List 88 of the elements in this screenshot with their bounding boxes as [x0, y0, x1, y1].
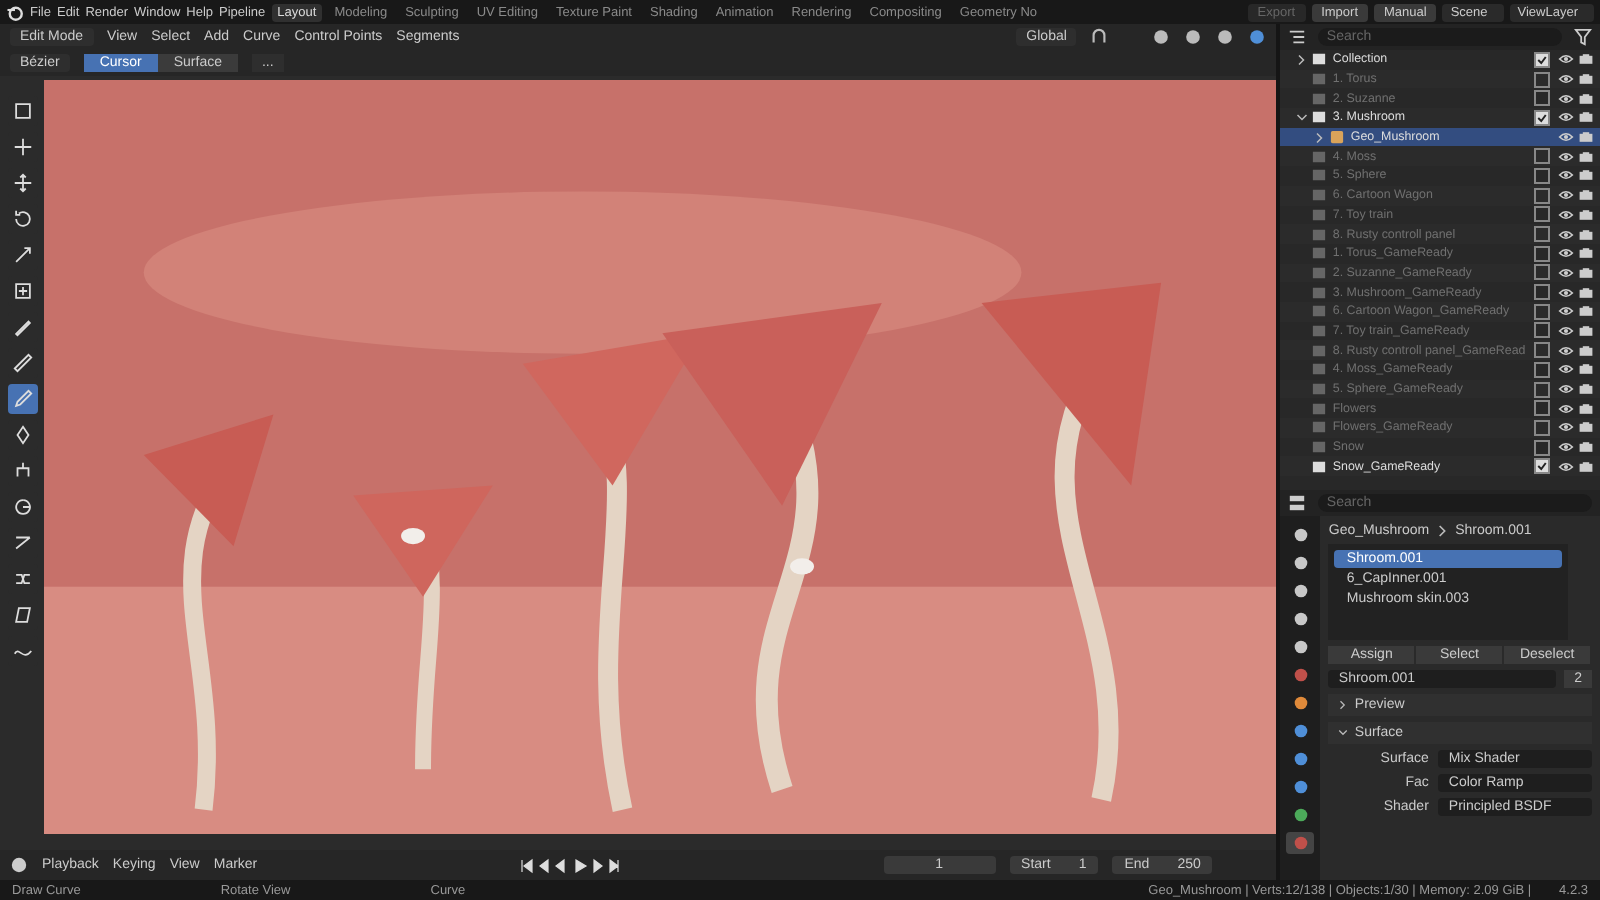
- square-icon: [11, 100, 33, 122]
- clock-icon[interactable]: [10, 856, 28, 874]
- camera-icon[interactable]: [1578, 304, 1594, 319]
- checkbox[interactable]: [1534, 245, 1550, 262]
- ruler-icon: [11, 352, 33, 374]
- eye-icon[interactable]: [1558, 343, 1574, 358]
- eye-icon[interactable]: [1558, 110, 1574, 125]
- eye-icon[interactable]: [1558, 459, 1574, 474]
- camera-icon[interactable]: [1578, 227, 1594, 242]
- pen-icon: [11, 388, 33, 410]
- checkbox[interactable]: [1534, 342, 1550, 359]
- camera-icon[interactable]: [1578, 440, 1594, 455]
- checkbox[interactable]: [1534, 381, 1550, 398]
- shear-icon: [11, 604, 33, 626]
- camera-icon[interactable]: [1578, 401, 1594, 416]
- checkbox[interactable]: [1534, 264, 1550, 281]
- move-icon: [11, 172, 33, 194]
- eye-icon[interactable]: [1558, 382, 1574, 397]
- camera-icon[interactable]: [1578, 91, 1594, 106]
- checkbox[interactable]: [1534, 284, 1550, 301]
- checkbox[interactable]: [1534, 303, 1550, 320]
- checkbox[interactable]: [1534, 322, 1550, 339]
- camera-icon[interactable]: [1578, 343, 1594, 358]
- checkbox[interactable]: [1534, 187, 1550, 204]
- eye-icon[interactable]: [1558, 304, 1574, 319]
- eye-icon[interactable]: [1558, 265, 1574, 280]
- rotate-icon: [11, 208, 33, 230]
- camera-icon[interactable]: [1578, 110, 1594, 125]
- eye-icon[interactable]: [1558, 246, 1574, 261]
- camera-icon[interactable]: [1578, 246, 1594, 261]
- camera-icon[interactable]: [1578, 149, 1594, 164]
- camera-icon[interactable]: [1578, 420, 1594, 435]
- camera-icon[interactable]: [1578, 188, 1594, 203]
- checkbox[interactable]: [1534, 400, 1550, 417]
- checkbox[interactable]: [1534, 90, 1550, 107]
- eye-icon[interactable]: [1558, 168, 1574, 183]
- eye-icon[interactable]: [1558, 52, 1574, 67]
- checkbox[interactable]: [1534, 167, 1550, 184]
- tool-button[interactable]: [7, 384, 37, 414]
- camera-icon[interactable]: [1578, 265, 1594, 280]
- extrude-icon: [11, 460, 33, 482]
- snap-icon[interactable]: [1090, 28, 1109, 46]
- transform-icon: [11, 280, 33, 302]
- checkbox[interactable]: [1534, 71, 1550, 88]
- checkbox[interactable]: [1534, 226, 1550, 243]
- playback-controls-icon[interactable]: [520, 857, 621, 873]
- filter-icon[interactable]: [1574, 28, 1592, 46]
- blender-logo-icon[interactable]: [6, 3, 24, 21]
- camera-icon[interactable]: [1578, 130, 1594, 145]
- camera-icon[interactable]: [1578, 382, 1594, 397]
- camera-icon[interactable]: [1578, 323, 1594, 338]
- eye-icon[interactable]: [1558, 207, 1574, 222]
- eye-icon[interactable]: [1558, 285, 1574, 300]
- checkbox[interactable]: [1534, 51, 1550, 68]
- chevron-icon: [1437, 524, 1448, 538]
- eye-icon[interactable]: [1558, 420, 1574, 435]
- curve-object-icon: [1330, 130, 1345, 145]
- eye-icon[interactable]: [1558, 130, 1574, 145]
- scale-icon: [11, 244, 33, 266]
- eye-icon[interactable]: [1558, 401, 1574, 416]
- camera-icon[interactable]: [1578, 362, 1594, 377]
- checkbox[interactable]: [1534, 148, 1550, 165]
- diamond-icon: [11, 424, 33, 446]
- eye-icon[interactable]: [1558, 440, 1574, 455]
- camera-icon[interactable]: [1578, 72, 1594, 87]
- eye-icon[interactable]: [1558, 91, 1574, 106]
- camera-icon[interactable]: [1578, 285, 1594, 300]
- checkbox[interactable]: [1534, 419, 1550, 436]
- checkbox[interactable]: [1534, 361, 1550, 378]
- checkbox[interactable]: [1534, 206, 1550, 223]
- crosshair-icon: [11, 136, 33, 158]
- eye-icon[interactable]: [1558, 323, 1574, 338]
- checkbox[interactable]: [1534, 458, 1550, 475]
- eye-icon[interactable]: [1558, 227, 1574, 242]
- camera-icon[interactable]: [1578, 168, 1594, 183]
- camera-icon[interactable]: [1578, 459, 1594, 474]
- camera-icon[interactable]: [1578, 52, 1594, 67]
- eye-icon[interactable]: [1558, 188, 1574, 203]
- eye-icon[interactable]: [1558, 149, 1574, 164]
- tilt-icon: [11, 532, 33, 554]
- display-mode-icon[interactable]: [1288, 28, 1307, 46]
- eye-icon[interactable]: [1558, 362, 1574, 377]
- eye-icon[interactable]: [1558, 72, 1574, 87]
- shuffle-icon: [11, 568, 33, 590]
- checkbox[interactable]: [1534, 109, 1550, 126]
- pencil-icon: [11, 316, 33, 338]
- editor-type-icon[interactable]: [1288, 494, 1307, 512]
- camera-icon[interactable]: [1578, 207, 1594, 222]
